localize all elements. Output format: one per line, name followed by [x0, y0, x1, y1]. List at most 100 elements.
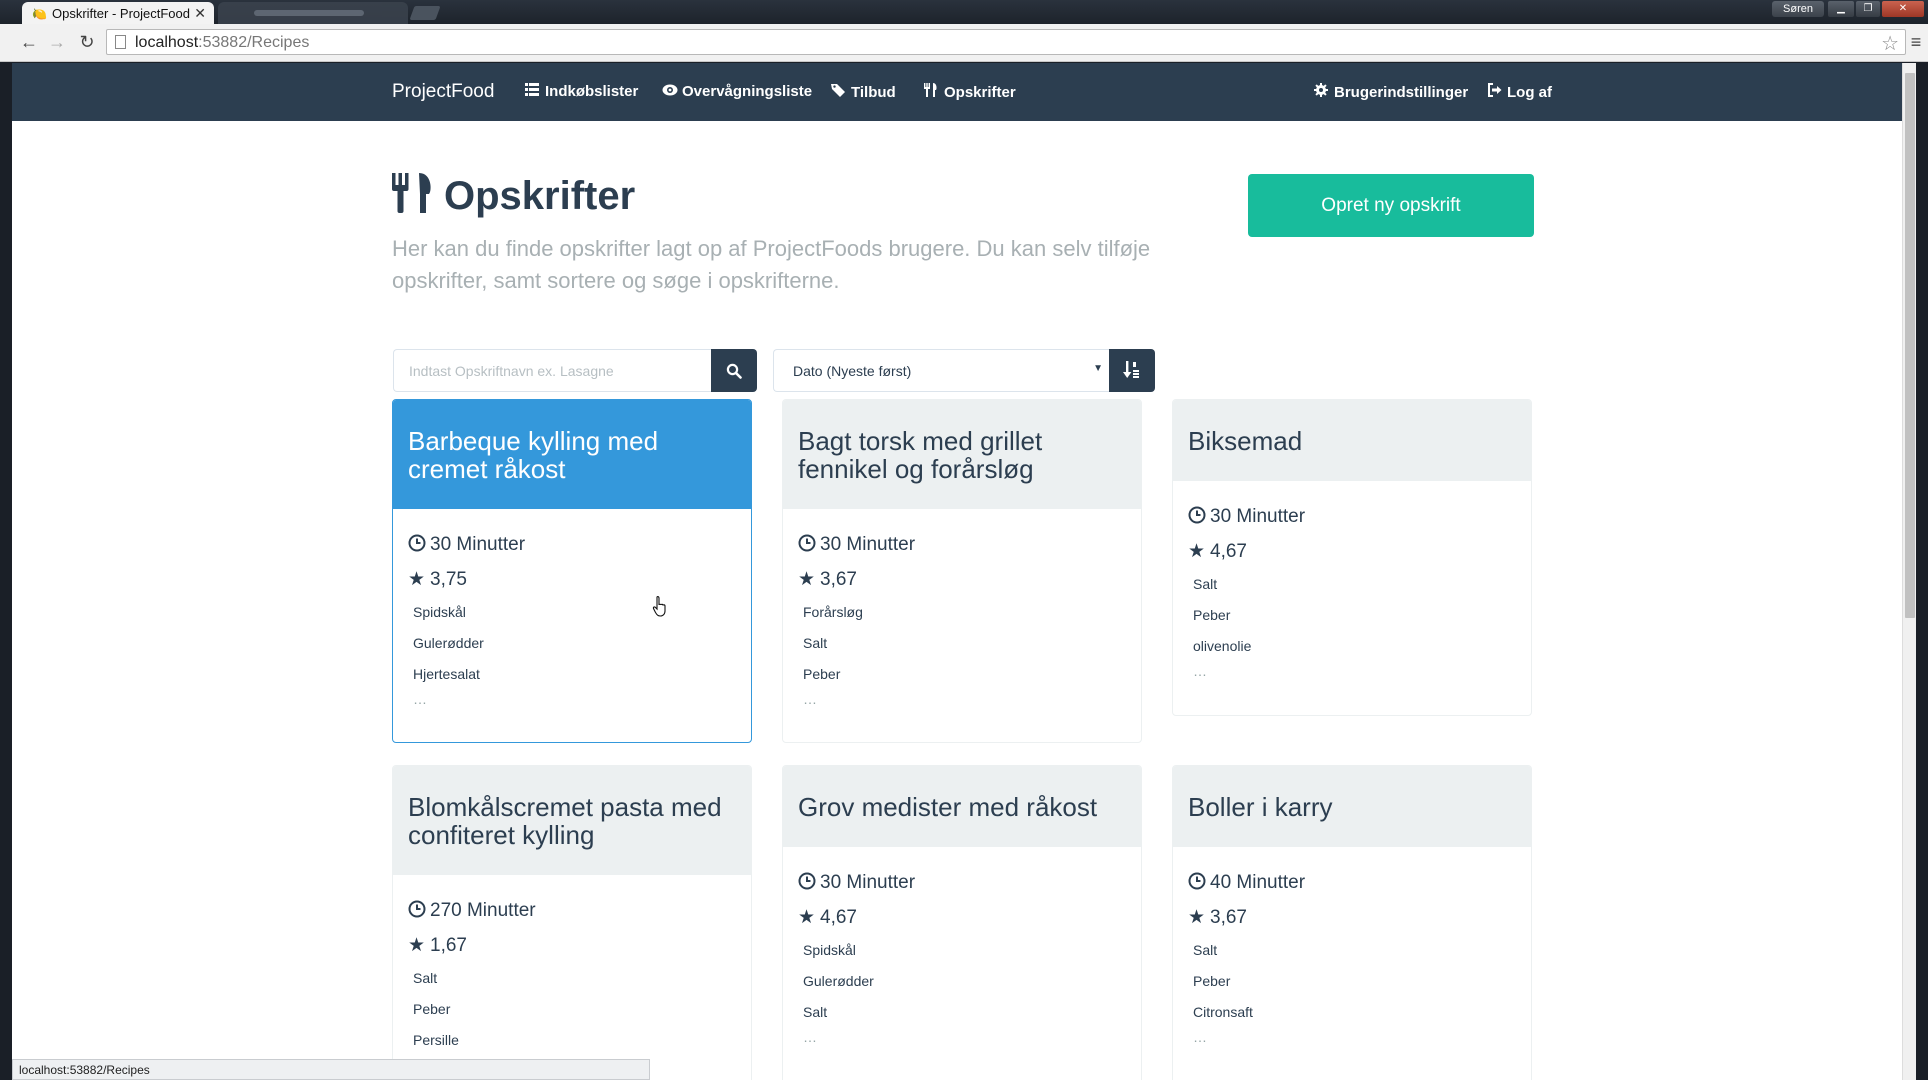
tab-title: Opskrifter - ProjectFood [52, 6, 190, 21]
recipe-time: 30 Minutter [408, 527, 736, 562]
ingredient-more: … [1193, 663, 1207, 679]
recipe-card-header: Blomkålscremet pasta med confiteret kyll… [393, 766, 751, 875]
bookmark-star-icon[interactable]: ☆ [1881, 31, 1899, 56]
nav-item-brugerindstillinger[interactable]: Brugerindstillinger [1314, 83, 1468, 101]
nav-item-label: Opskrifter [944, 84, 1016, 101]
brand-link[interactable]: ProjectFood [392, 81, 494, 103]
address-bar[interactable]: localhost:53882/Recipes ☆ [106, 29, 1906, 55]
recipe-card-body: 30 Minutter ★ 4,67 Salt Peber olivenolie … [1173, 481, 1531, 686]
ingredient-more: … [803, 1029, 817, 1045]
recipe-rating-value: 3,75 [430, 569, 467, 590]
recipe-card[interactable]: Boller i karry 40 Minutter ★ 3,67 Salt Pe… [1172, 765, 1532, 1080]
ingredient-item: Citronsaft [1193, 1004, 1253, 1020]
top-navbar: ProjectFood Indkøbslister Overvågningsli… [12, 63, 1902, 121]
search-button[interactable] [711, 349, 757, 392]
sort-select[interactable]: Dato (Nyeste først) ▼ [773, 349, 1109, 392]
star-icon: ★ [408, 935, 426, 956]
recipe-card[interactable]: Barbeque kylling med cremet råkost 30 Mi… [392, 399, 752, 743]
star-icon: ★ [798, 569, 816, 590]
recipe-rating: ★ 3,75 [408, 562, 736, 597]
url-path: :53882/Recipes [198, 34, 310, 51]
tab-title-blurred [254, 10, 364, 16]
caret-down-icon: ▼ [1093, 363, 1103, 374]
browser-titlebar: 🍋 Opskrifter - ProjectFood ✕ Søren ▁ ❐ ✕ [0, 0, 1928, 24]
maximize-icon[interactable]: ❐ [1856, 1, 1880, 17]
nav-item-opskrifter[interactable]: Opskrifter [924, 83, 1016, 101]
recipe-rating: ★ 3,67 [798, 562, 1126, 597]
ingredient-item: Forårsløg [803, 604, 863, 620]
ingredient-item: Gulerødder [803, 973, 874, 989]
ingredient-item: Peber [1193, 973, 1231, 989]
ingredient-item: Salt [803, 1004, 828, 1020]
minimize-icon[interactable]: ▁ [1828, 1, 1854, 17]
hand-cursor-icon [652, 596, 666, 617]
status-bar-url: localhost:53882/Recipes [12, 1059, 650, 1080]
star-icon: ★ [1188, 541, 1206, 562]
clock-icon [1188, 499, 1210, 534]
favicon-icon: 🍋 [32, 7, 47, 21]
ingredient-item: Salt [1193, 576, 1218, 592]
recipe-rating-value: 3,67 [1210, 907, 1247, 928]
nav-item-overvagningsliste[interactable]: Overvågningsliste [662, 83, 812, 100]
nav-item-tilbud[interactable]: Tilbud [831, 83, 896, 101]
recipe-time: 30 Minutter [798, 527, 1126, 562]
ingredient-more: … [803, 691, 817, 707]
recipe-card[interactable]: Grov medister med råkost 30 Minutter ★ 4,… [782, 765, 1142, 1080]
clock-icon [408, 527, 430, 562]
star-icon: ★ [1188, 907, 1206, 928]
logout-icon [1487, 83, 1503, 101]
browser-toolbar: ← → ↻ localhost:53882/Recipes ☆ ≡ [0, 24, 1928, 62]
scrollbar-thumb[interactable] [1905, 73, 1915, 618]
recipe-card-header: Grov medister med råkost [783, 766, 1141, 847]
ingredient-item: Persille [413, 1032, 459, 1048]
browser-menu-icon[interactable]: ≡ [1906, 32, 1926, 53]
recipe-rating-value: 4,67 [820, 907, 857, 928]
clock-icon [408, 893, 430, 928]
nav-item-label: Tilbud [851, 84, 896, 101]
recipe-card-body: 30 Minutter ★ 4,67 Spidskål Gulerødder Sa… [783, 847, 1141, 1052]
recipe-search-input[interactable]: Indtast Opskriftnavn ex. Lasagne [393, 349, 711, 392]
tab-close-icon[interactable]: ✕ [194, 5, 206, 22]
page-icon [115, 35, 126, 49]
star-icon: ★ [798, 907, 816, 928]
recipe-title: Bagt torsk med grillet fennikel og forår… [798, 425, 1043, 484]
new-tab-button[interactable] [409, 6, 441, 20]
recipe-card[interactable]: Blomkålscremet pasta med confiteret kyll… [392, 765, 752, 1080]
recipe-rating-value: 1,67 [430, 935, 467, 956]
ingredient-item: Gulerødder [413, 635, 484, 651]
sort-direction-button[interactable] [1109, 349, 1155, 392]
nav-item-log-af[interactable]: Log af [1487, 83, 1552, 101]
recipe-card-header: Biksemad [1173, 400, 1531, 481]
recipe-title: Biksemad [1188, 425, 1303, 456]
recipe-time: 30 Minutter [798, 865, 1126, 900]
forward-arrow-icon[interactable]: → [46, 32, 68, 53]
nav-item-label: Overvågningsliste [682, 83, 813, 100]
browser-tab-inactive[interactable] [218, 2, 408, 24]
create-recipe-button[interactable]: Opret ny opskrift [1248, 174, 1534, 237]
sort-select-value: Dato (Nyeste først) [793, 363, 912, 379]
recipe-card-body: 30 Minutter ★ 3,67 Forårsløg Salt Peber … [783, 509, 1141, 714]
page-description: Her kan du finde opskrifter lagt op af P… [392, 236, 1151, 293]
page-title-text: Opskrifter [444, 174, 636, 218]
ingredient-item: Peber [1193, 607, 1231, 623]
recipe-time-value: 30 Minutter [1210, 506, 1306, 527]
ingredient-item: olivenolie [1193, 638, 1252, 654]
recipe-time-value: 40 Minutter [1210, 872, 1306, 893]
back-arrow-icon[interactable]: ← [18, 32, 40, 53]
browser-tab-active[interactable]: 🍋 Opskrifter - ProjectFood ✕ [22, 2, 214, 24]
gear-icon [1314, 83, 1330, 101]
nav-item-indkobslister[interactable]: Indkøbslister [525, 83, 638, 100]
window-close-icon[interactable]: ✕ [1882, 1, 1924, 17]
profile-button[interactable]: Søren [1772, 1, 1824, 17]
cutlery-icon [392, 173, 432, 213]
recipe-time: 40 Minutter [1188, 865, 1516, 900]
ingredient-more: … [1193, 1029, 1207, 1045]
recipe-card[interactable]: Bagt torsk med grillet fennikel og forår… [782, 399, 1142, 743]
reload-icon[interactable]: ↻ [76, 32, 98, 53]
recipe-title: Grov medister med råkost [798, 791, 1098, 822]
recipe-rating: ★ 3,67 [1188, 900, 1516, 935]
vertical-scrollbar[interactable] [1902, 63, 1916, 1080]
recipe-card[interactable]: Biksemad 30 Minutter ★ 4,67 Salt Peber ol… [1172, 399, 1532, 716]
recipe-rating: ★ 4,67 [798, 900, 1126, 935]
recipe-rating: ★ 1,67 [408, 928, 736, 963]
